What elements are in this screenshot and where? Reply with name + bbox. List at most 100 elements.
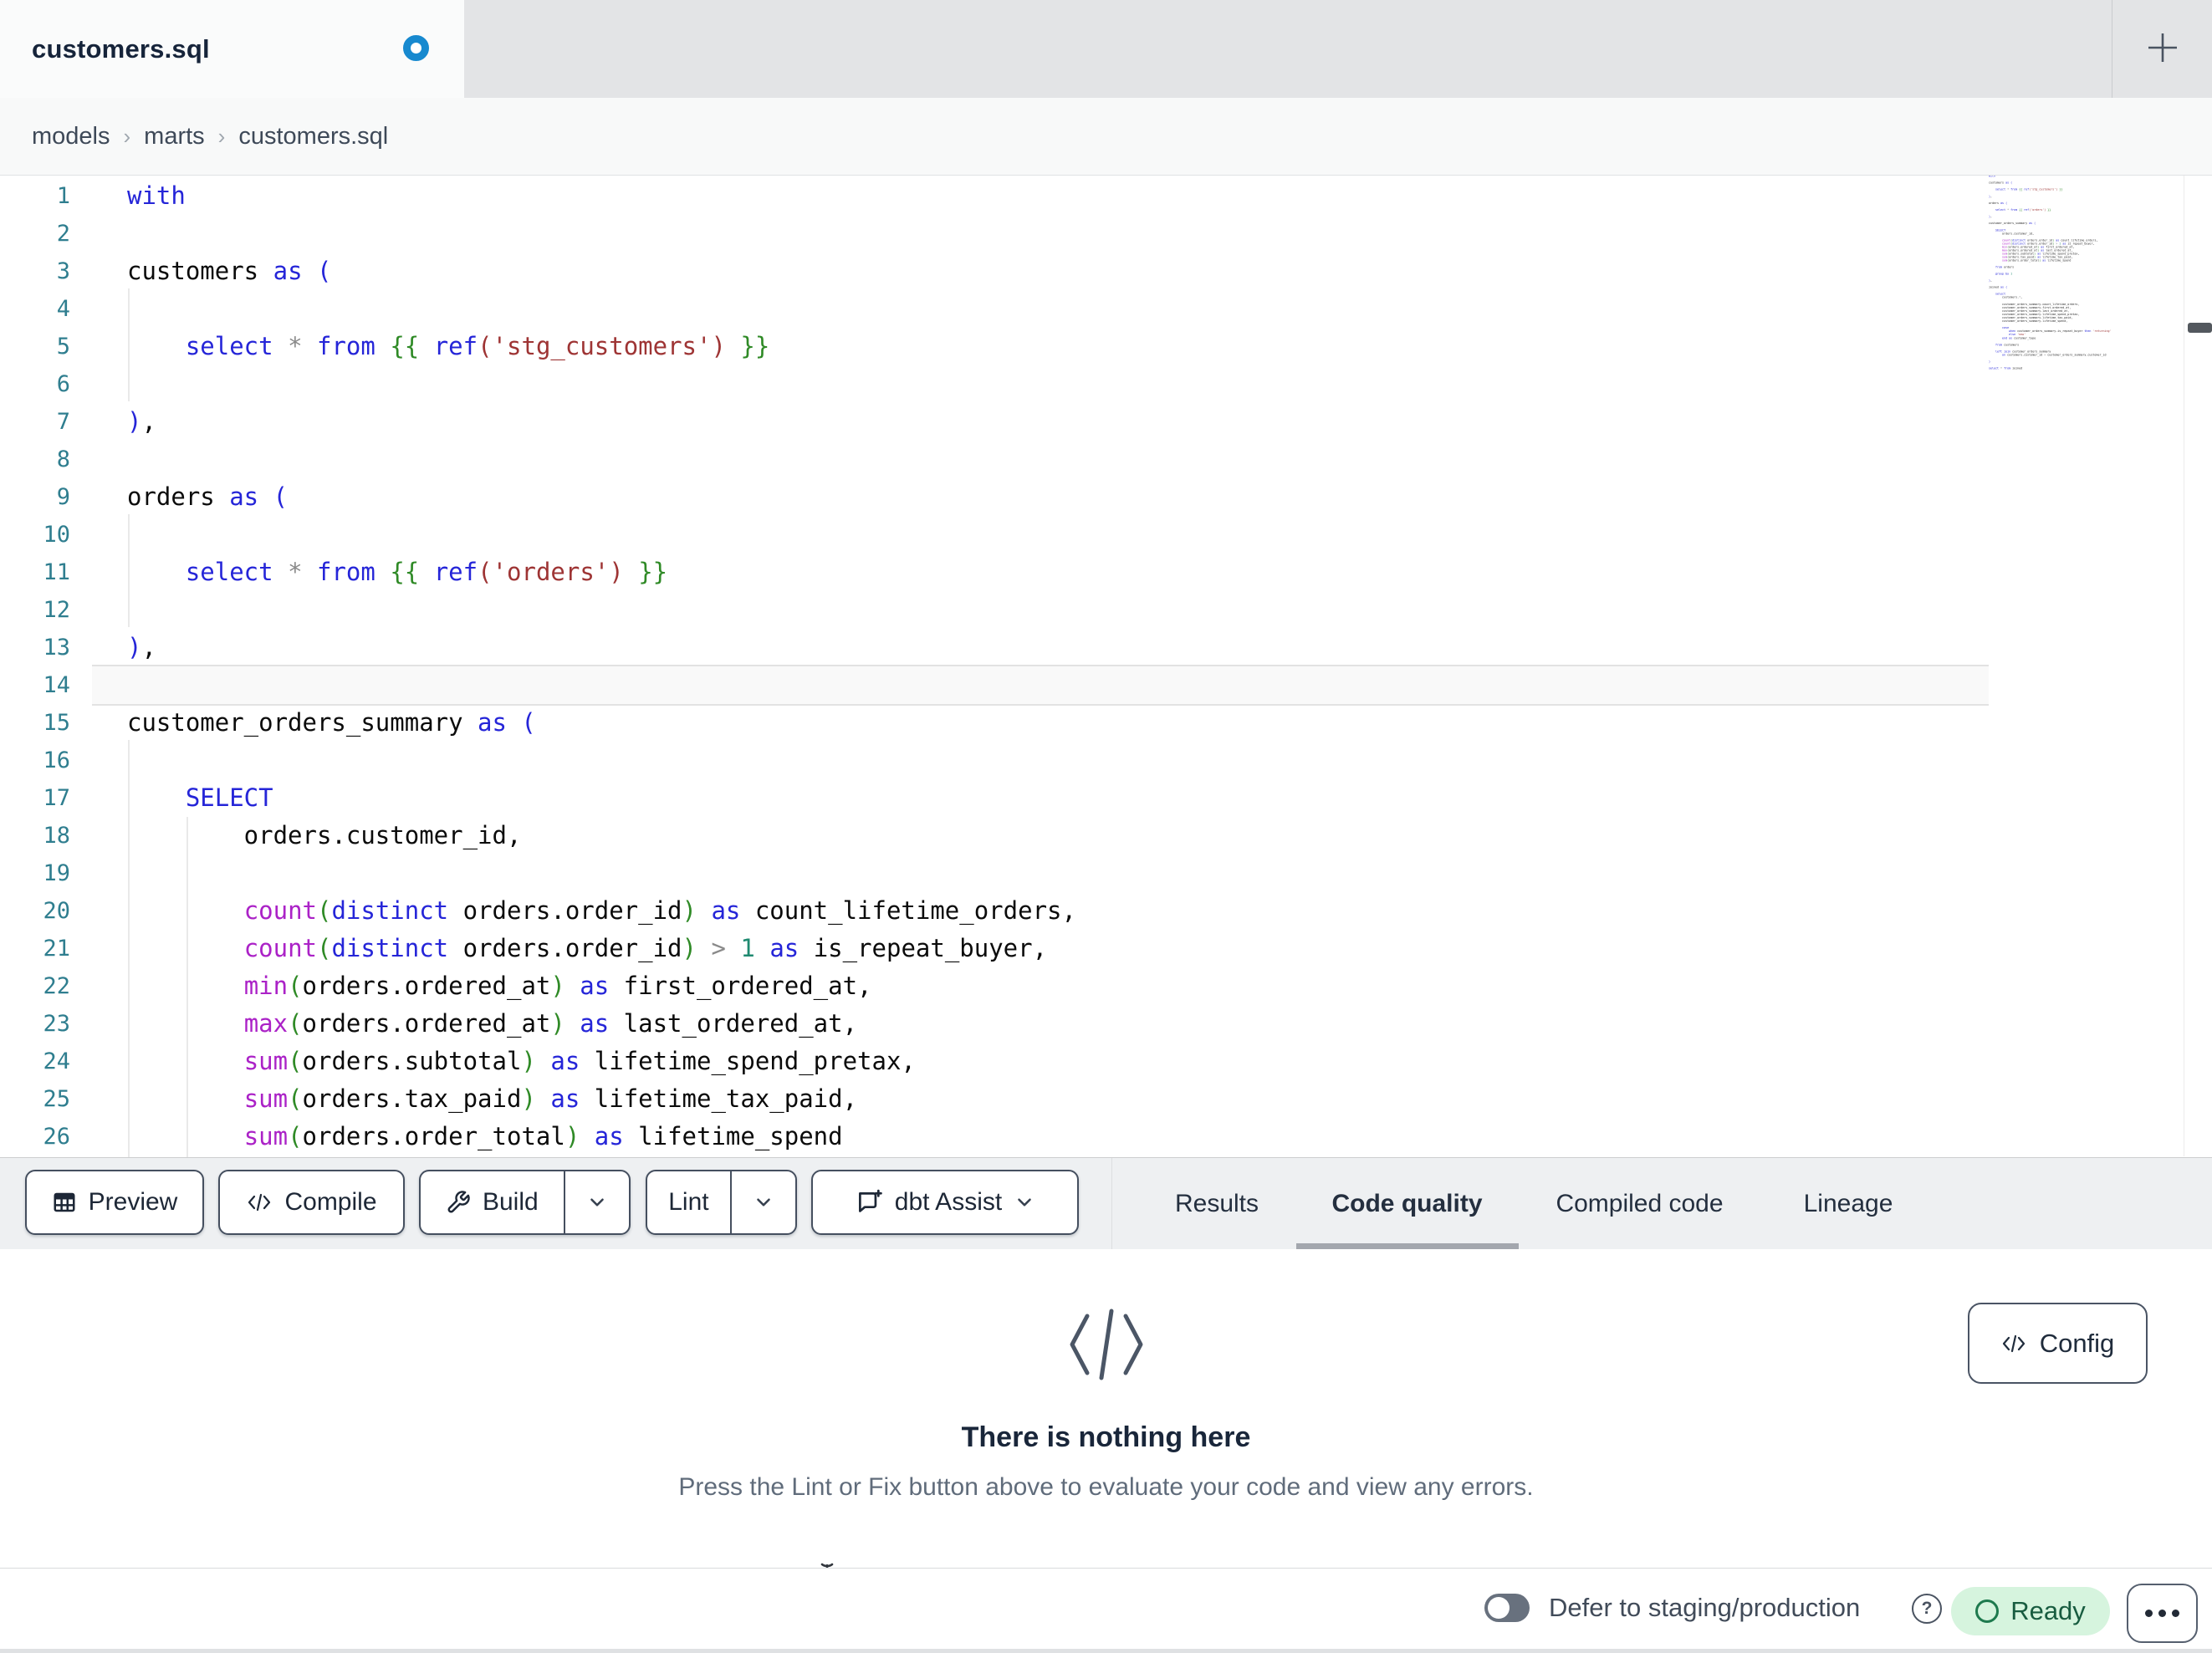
code-text: with xyxy=(127,181,186,210)
tab-compiled-code[interactable]: Compiled code xyxy=(1537,1158,1742,1250)
code-line[interactable]: 4 xyxy=(0,290,1989,328)
chevron-right-icon: › xyxy=(123,123,131,149)
code-line[interactable]: 3 customers as ( xyxy=(0,253,1989,290)
tab-code-quality[interactable]: Code quality xyxy=(1292,1158,1522,1250)
breadcrumb-bar: models › marts › customers.sql Save xyxy=(0,98,2212,267)
code-line[interactable]: 26 sum(orders.order_total) as lifetime_s… xyxy=(0,1118,1989,1156)
ready-ring-icon xyxy=(1975,1599,2000,1623)
code-text: select * from {{ ref('stg_customers') }} xyxy=(185,332,770,360)
code-line[interactable]: 20 count(distinct orders.order_id) as co… xyxy=(0,892,1989,930)
chevron-down-icon xyxy=(757,1198,770,1207)
code-text: customer_orders_summary as ( xyxy=(127,708,536,737)
lint-split-button: Lint xyxy=(646,1170,797,1235)
code-text: count(distinct orders.order_id) as count… xyxy=(243,896,1076,925)
preview-button[interactable]: Preview xyxy=(25,1170,204,1235)
minimap[interactable]: with customers as ( select * from {{ ref… xyxy=(1989,176,2128,375)
line-number: 3 xyxy=(56,258,70,284)
line-number: 24 xyxy=(43,1048,70,1074)
breadcrumb-marts[interactable]: marts xyxy=(144,123,205,151)
file-tab-customers-sql[interactable]: customers.sql xyxy=(0,0,464,98)
code-line[interactable]: 16 xyxy=(0,742,1989,779)
code-line[interactable]: 13), xyxy=(0,629,1989,666)
tab-lineage[interactable]: Lineage xyxy=(1785,1158,1911,1250)
lint-button[interactable]: Lint xyxy=(647,1188,730,1217)
dot-icon xyxy=(2172,1610,2179,1617)
line-number: 22 xyxy=(43,973,70,999)
tab-results[interactable]: Results xyxy=(1162,1158,1271,1250)
build-label: Build xyxy=(482,1188,539,1216)
line-number: 16 xyxy=(43,747,70,773)
table-icon xyxy=(54,1192,75,1212)
line-number: 7 xyxy=(56,409,70,435)
code-line[interactable]: 8 xyxy=(0,441,1989,478)
code-line[interactable]: 11 select * from {{ ref('orders') }} xyxy=(0,554,1989,591)
code-icon xyxy=(248,1193,271,1212)
code-line[interactable]: 5 select * from {{ ref('stg_customers') … xyxy=(0,328,1989,365)
action-strip: Preview Compile Build Lint dbt Assist Re… xyxy=(0,1157,2212,1250)
code-text: SELECT xyxy=(185,783,273,812)
defer-toggle[interactable] xyxy=(1484,1594,1530,1622)
line-number: 5 xyxy=(56,334,70,360)
lint-dropdown-button[interactable] xyxy=(732,1191,795,1213)
code-line[interactable]: 19 xyxy=(0,855,1989,892)
code-line[interactable]: 23 max(orders.ordered_at) as last_ordere… xyxy=(0,1005,1989,1043)
code-text: ), xyxy=(127,407,156,436)
code-line[interactable]: 2 xyxy=(0,215,1989,253)
dot-icon xyxy=(2145,1610,2153,1617)
ide-window: customers.sql models › marts › customers… xyxy=(0,0,2212,1653)
line-number: 2 xyxy=(56,221,70,247)
build-button[interactable]: Build xyxy=(421,1188,564,1217)
code-text: select * from {{ ref('orders') }} xyxy=(185,558,668,586)
code-text: customers as ( xyxy=(127,257,332,285)
code-line[interactable]: 24 sum(orders.subtotal) as lifetime_spen… xyxy=(0,1043,1989,1080)
more-options-button[interactable] xyxy=(2127,1584,2198,1643)
code-line[interactable]: 17 SELECT xyxy=(0,779,1989,817)
code-line[interactable]: 22 min(orders.ordered_at) as first_order… xyxy=(0,967,1989,1005)
code-line[interactable]: 18 orders.customer_id, xyxy=(0,817,1989,855)
empty-state-title: There is nothing here xyxy=(961,1421,1251,1453)
line-number: 4 xyxy=(56,296,70,322)
dot-icon xyxy=(2158,1610,2166,1617)
breadcrumb: models › marts › customers.sql xyxy=(32,98,388,175)
code-text: orders as ( xyxy=(127,482,289,511)
line-number: 23 xyxy=(43,1011,70,1037)
line-number: 17 xyxy=(43,785,70,811)
empty-state-icon-wrap xyxy=(0,1306,2212,1387)
line-number: 26 xyxy=(43,1124,70,1150)
new-tab-button[interactable] xyxy=(2138,23,2188,73)
line-number: 21 xyxy=(43,936,70,962)
build-dropdown-button[interactable] xyxy=(565,1191,629,1213)
line-number: 10 xyxy=(43,522,70,548)
code-line[interactable]: 9 orders as ( xyxy=(0,478,1989,516)
chevron-down-icon xyxy=(590,1198,604,1207)
ready-label: Ready xyxy=(2010,1596,2086,1625)
window-bottom-edge xyxy=(0,1649,2212,1653)
chevron-right-icon: › xyxy=(217,123,226,149)
breadcrumb-file: customers.sql xyxy=(238,122,389,150)
breadcrumb-models[interactable]: models xyxy=(32,123,110,151)
help-icon[interactable]: ? xyxy=(1912,1594,1942,1624)
code-line[interactable]: 12 xyxy=(0,591,1989,629)
compile-label: Compile xyxy=(284,1188,377,1216)
code-line[interactable]: 15 customer_orders_summary as ( xyxy=(0,704,1989,742)
line-number: 20 xyxy=(43,898,70,924)
chevron-down-icon xyxy=(1018,1198,1032,1207)
editor-scrollbar-thumb[interactable] xyxy=(2188,323,2212,333)
code-text: ), xyxy=(127,633,156,661)
line-number: 18 xyxy=(43,823,70,849)
line-number: 25 xyxy=(43,1086,70,1112)
dbt-assist-label: dbt Assist xyxy=(894,1188,1003,1216)
code-line[interactable]: 25 sum(orders.tax_paid) as lifetime_tax_… xyxy=(0,1080,1989,1118)
sql-editor[interactable]: 1 with 2 3 customers as (4 5 select * from {{… xyxy=(0,176,2212,1157)
dbt-assist-button[interactable]: dbt Assist xyxy=(811,1170,1079,1235)
code-line[interactable]: 1 with xyxy=(0,177,1989,215)
code-line[interactable]: 21 count(distinct orders.order_id) > 1 a… xyxy=(0,930,1989,967)
compile-button[interactable]: Compile xyxy=(218,1170,405,1235)
tab-bar: customers.sql xyxy=(0,0,2212,98)
code-line[interactable]: 6 xyxy=(0,365,1989,403)
strip-divider xyxy=(1111,1158,1112,1250)
code-line[interactable]: 10 xyxy=(0,516,1989,554)
code-line[interactable]: 14 xyxy=(0,666,1989,704)
unsaved-changes-dot-icon xyxy=(403,35,429,61)
code-line[interactable]: 7), xyxy=(0,403,1989,441)
